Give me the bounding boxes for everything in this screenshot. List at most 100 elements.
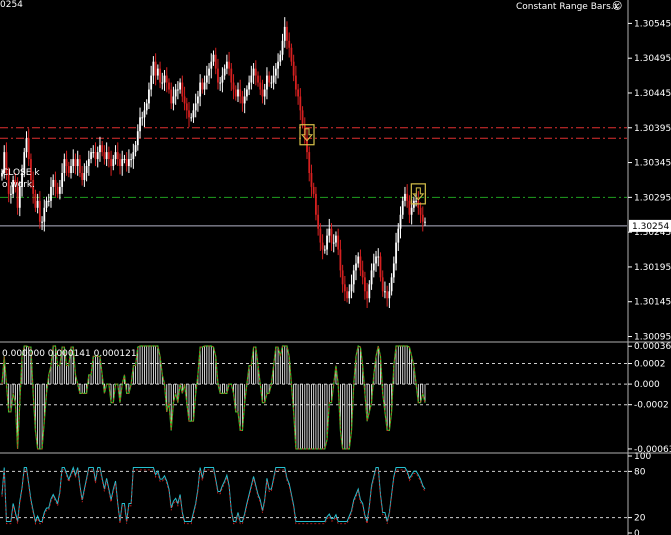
candle-body [408,200,411,215]
candle-body [384,291,386,293]
candle-body [10,193,12,195]
price-tick-label: 1.30445 [634,89,671,99]
candle-body [212,54,215,62]
candle-body [424,221,426,223]
candle-body [263,89,266,97]
chart-canvas[interactable]: 1.30545 1.30495 1.30445 1.30395 1.30345 1.302… [0,0,671,535]
candle-body [47,200,50,202]
candle-body [266,75,268,90]
candle-body [72,159,75,167]
candle-body [343,284,346,292]
candle-body [130,159,133,161]
candle-body [299,96,302,111]
candle-body [219,82,222,84]
candle-body [277,61,279,69]
macd-header-values: 0.000000 0.000141 0.000121 [2,349,137,359]
candle-body [290,47,293,62]
candle-body [328,228,331,236]
candle-body [352,270,355,285]
candle-body [372,263,375,271]
candle-body [390,277,393,292]
candle-body [197,96,199,104]
macd-tick-label: 0.000 [634,380,660,390]
price-tick-label: 1.30545 [634,19,671,29]
candle-body [123,159,126,161]
candle-body [79,159,81,173]
candle-body [217,68,219,83]
candle-body [274,68,277,76]
candle-body [174,89,177,97]
candle-body [36,200,39,208]
candle-body [335,235,337,243]
candle-body [192,110,195,118]
price-tick-label: 1.30345 [634,159,671,169]
candle-body [87,159,90,167]
candle-body [65,159,68,167]
candle-body [18,186,21,208]
candle-body [141,117,144,119]
candle-body [107,152,110,160]
candle-body [136,131,139,146]
candle-body [419,207,422,215]
candle-body [397,228,400,243]
candle-body [159,68,161,83]
candle-body [257,75,259,83]
candle-body [92,152,95,154]
candle-body [355,263,357,271]
candle-body [243,96,246,104]
candle-body [45,200,48,208]
candle-body [168,82,170,90]
candle-body [150,75,153,90]
candle-body [94,152,97,160]
candle-body [70,166,72,173]
price-tick-label: 1.30295 [634,193,671,203]
candle-body [134,145,137,153]
stoch-main-line [1,465,426,524]
candle-body [404,193,406,201]
candle-body [281,40,284,55]
candle-body [110,159,112,167]
candle-body [239,89,242,97]
candle-body [245,89,248,97]
candle-body [90,152,92,160]
left-note-line2: o work. [2,180,36,190]
candle-body [43,207,46,222]
candle-body [52,179,55,187]
candle-body [410,207,413,215]
candle-body [326,235,328,250]
candle-body [250,75,253,83]
stoch-tick-label: 100 [634,452,651,462]
smiley-icon: ☺ [612,1,623,12]
candle-body [185,103,188,111]
candle-body [81,173,84,180]
candle-body [56,186,59,194]
candle-body [270,82,273,84]
candle-body [348,291,351,299]
candle-body [375,256,377,264]
candle-body [96,152,99,160]
candle-body [421,214,424,222]
candle-body [288,40,291,48]
candle-body [252,68,255,76]
candle-body [366,291,369,299]
candle-body [223,68,226,76]
candle-body [145,103,148,111]
candle-body [301,110,304,125]
candle-body [61,173,64,187]
candle-body [415,200,417,202]
candle-body [208,68,210,76]
candle-body [261,89,264,97]
candle-body [76,159,79,167]
candle-body [34,193,37,208]
candle-body [332,242,335,244]
candle-body [381,277,384,292]
candle-body [105,152,108,160]
indicator-name: Constant Range Bars.x [516,2,619,12]
candle-body [163,75,166,83]
candle-body [16,186,19,208]
candle-body [85,166,88,173]
candle-body [230,68,233,83]
candle-body [148,89,150,104]
candle-body [399,214,402,229]
candle-body [119,159,121,167]
